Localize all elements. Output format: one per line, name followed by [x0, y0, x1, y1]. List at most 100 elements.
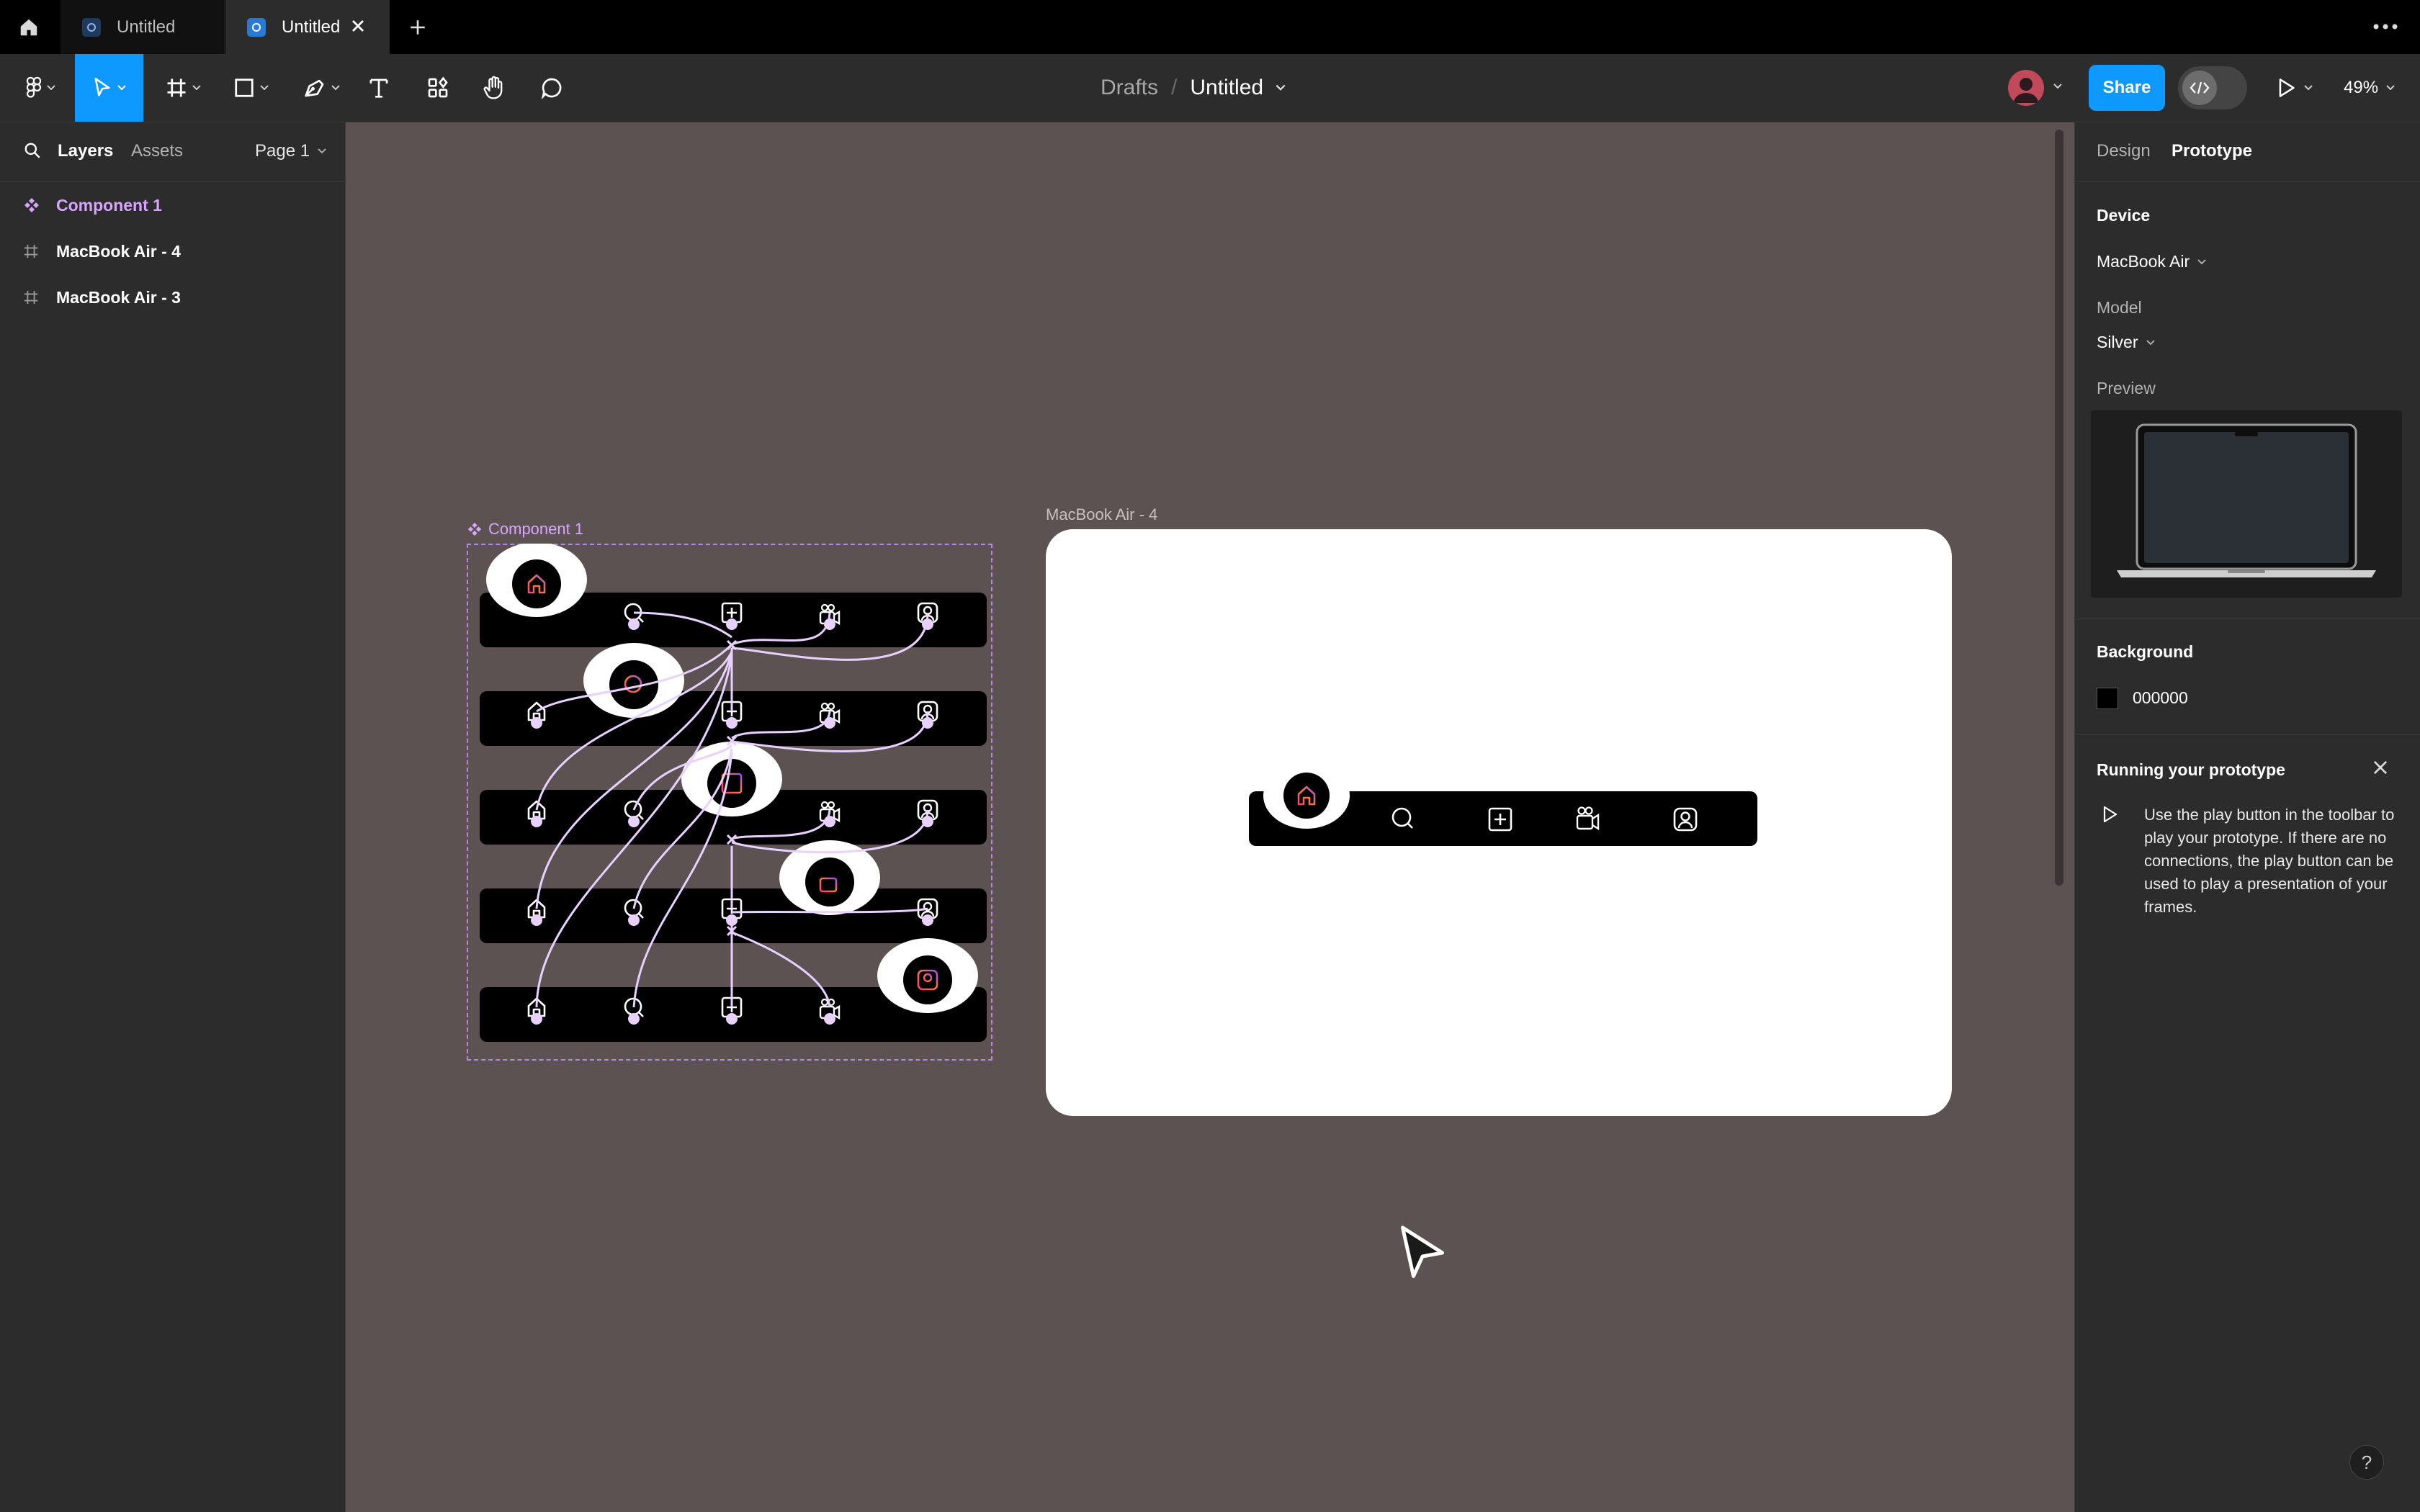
- layer-component-1[interactable]: Component 1: [0, 183, 346, 228]
- background-swatch[interactable]: [2097, 688, 2118, 709]
- search-icon[interactable]: [23, 141, 42, 160]
- text-icon: [369, 78, 388, 98]
- frame-icon: [167, 78, 186, 97]
- component-variants[interactable]: [467, 544, 992, 1061]
- home-button[interactable]: [0, 0, 58, 54]
- chevron-down-icon: [318, 148, 326, 154]
- chevron-down-icon: [2197, 258, 2206, 264]
- device-heading: Device: [2097, 206, 2151, 225]
- device-select[interactable]: MacBook Air: [2097, 252, 2207, 271]
- variant-create[interactable]: [480, 742, 987, 845]
- hand-icon: [483, 76, 503, 99]
- macbook-air-4-frame[interactable]: [1046, 529, 1952, 1116]
- file-icon: [82, 17, 101, 37]
- nav-bar-instance[interactable]: [1247, 767, 1766, 846]
- frame-icon: [23, 289, 48, 305]
- pen-icon: [305, 79, 324, 97]
- layer-label: MacBook Air - 4: [56, 241, 181, 261]
- tab-design[interactable]: Design: [2097, 141, 2151, 161]
- variant-home[interactable]: [480, 544, 987, 647]
- running-prototype-heading: Running your prototype: [2097, 760, 2285, 779]
- file-icon: [247, 17, 266, 37]
- component-label[interactable]: Component 1: [467, 520, 583, 539]
- tab-untitled-2[interactable]: Untitled: [225, 0, 390, 54]
- variant-video[interactable]: [480, 840, 987, 943]
- tab-prototype[interactable]: Prototype: [2172, 141, 2252, 161]
- page-selector[interactable]: Page 1: [255, 141, 327, 161]
- resources-tool-button[interactable]: [421, 54, 455, 122]
- chevron-down-icon: [117, 85, 126, 91]
- tab-label: Untitled: [282, 17, 341, 37]
- chevron-down-icon: [192, 85, 201, 91]
- shape-tool-button[interactable]: [225, 54, 278, 122]
- divider: [2075, 734, 2420, 735]
- play-icon: [2279, 78, 2295, 97]
- mouse-cursor-icon: [1401, 1225, 1444, 1278]
- tab-assets[interactable]: Assets: [131, 141, 183, 161]
- close-icon[interactable]: [2370, 757, 2390, 778]
- properties-tabs: Design Prototype: [2075, 122, 2420, 182]
- preview-label: Preview: [2097, 379, 2156, 397]
- zoom-value: 49%: [2344, 78, 2379, 97]
- help-button[interactable]: ?: [2349, 1445, 2384, 1480]
- tab-untitled-1[interactable]: Untitled: [60, 0, 225, 54]
- tab-bar: Untitled Untitled: [0, 0, 2420, 54]
- chevron-down-icon[interactable]: [2053, 83, 2063, 90]
- tab-layers[interactable]: Layers: [58, 141, 113, 161]
- text-tool-button[interactable]: [362, 54, 396, 122]
- breadcrumb-drafts[interactable]: Drafts: [1101, 76, 1158, 100]
- more-menu-button[interactable]: [2370, 16, 2401, 37]
- more-icon: [2373, 24, 2398, 30]
- page-name: Page 1: [255, 141, 310, 161]
- frame-icon: [23, 243, 48, 259]
- figma-logo-icon: [26, 76, 42, 98]
- present-button[interactable]: [2276, 54, 2313, 122]
- plus-icon: [411, 20, 425, 35]
- hand-tool-button[interactable]: [477, 54, 511, 122]
- component-label-text: Component 1: [488, 520, 584, 538]
- pointer-icon: [94, 78, 109, 96]
- frame-label[interactable]: MacBook Air - 4: [1046, 505, 1157, 524]
- component-icon: [467, 522, 482, 536]
- home-icon: [20, 19, 37, 35]
- breadcrumb: Drafts / Untitled: [1101, 54, 1286, 122]
- layers-panel: Layers Assets Page 1 Component 1 MacBook…: [0, 122, 346, 1512]
- model-value: Silver: [2097, 333, 2138, 351]
- canvas[interactable]: Component 1 MacBook Air - 4: [346, 122, 2074, 1512]
- new-tab-button[interactable]: [404, 14, 431, 41]
- chevron-down-icon: [2146, 339, 2155, 345]
- background-heading: Background: [2097, 642, 2194, 661]
- layer-macbook-air-4[interactable]: MacBook Air - 4: [0, 229, 346, 274]
- dev-mode-toggle[interactable]: [2178, 66, 2247, 109]
- pen-tool-button[interactable]: [295, 54, 349, 122]
- comment-tool-button[interactable]: [534, 54, 569, 122]
- tab-label: Untitled: [117, 17, 176, 37]
- layers-panel-header: Layers Assets Page 1: [0, 122, 345, 182]
- properties-panel: Design Prototype Device MacBook Air Mode…: [2074, 122, 2420, 1512]
- zoom-control[interactable]: 49%: [2344, 54, 2396, 122]
- move-tool-button[interactable]: [75, 54, 143, 122]
- avatar[interactable]: [2008, 70, 2044, 106]
- close-tab-icon[interactable]: [348, 16, 368, 36]
- device-preview: [2091, 410, 2402, 598]
- file-name[interactable]: Untitled: [1190, 76, 1263, 100]
- chevron-down-icon[interactable]: [1275, 84, 1286, 92]
- frame-tool-button[interactable]: [157, 54, 210, 122]
- layer-macbook-air-3[interactable]: MacBook Air - 3: [0, 275, 346, 320]
- vertical-scrollbar[interactable]: [2055, 130, 2063, 886]
- device-value: MacBook Air: [2097, 252, 2190, 271]
- chevron-down-icon: [47, 85, 55, 91]
- share-button[interactable]: Share: [2089, 65, 2165, 111]
- laptop-icon: [2117, 423, 2376, 577]
- background-hex[interactable]: 000000: [2133, 688, 2188, 708]
- chevron-down-icon: [331, 85, 340, 91]
- model-select[interactable]: Silver: [2097, 333, 2156, 352]
- components-icon: [428, 76, 448, 98]
- variant-profile[interactable]: [480, 938, 987, 1042]
- rectangle-icon: [235, 78, 254, 97]
- main-menu-button[interactable]: [16, 54, 66, 122]
- variant-search[interactable]: [480, 643, 987, 746]
- layer-label: Component 1: [56, 195, 162, 215]
- model-label: Model: [2097, 298, 2142, 317]
- component-icon: [23, 197, 48, 214]
